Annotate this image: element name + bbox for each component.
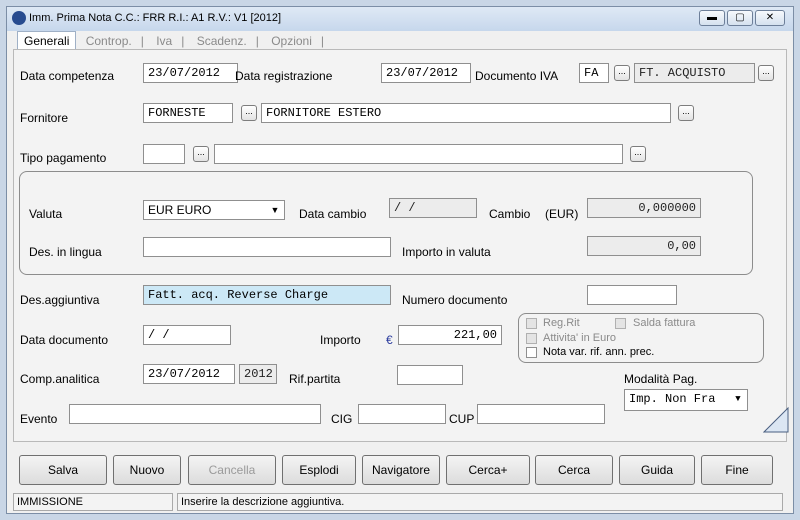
valuta-group xyxy=(19,171,753,275)
importo-valuta-label: Importo in valuta xyxy=(402,245,491,259)
data-competenza-field[interactable]: 23/07/2012 xyxy=(143,63,238,83)
maximize-button[interactable]: ▢ xyxy=(727,10,753,26)
documento-iva-desc-field: FT. ACQUISTO xyxy=(634,63,755,83)
tab-bar: Generali Controp. | Iva | Scadenz. | Opzion… xyxy=(17,31,327,50)
comp-analitica-label: Comp.analitica xyxy=(20,372,100,386)
data-cambio-field: / / xyxy=(389,198,477,218)
tab-opzioni[interactable]: Opzioni xyxy=(265,32,318,50)
tab-iva[interactable]: Iva xyxy=(150,32,178,50)
rif-partita-label: Rif.partita xyxy=(289,372,341,386)
app-icon xyxy=(12,11,26,25)
modalita-pag-value: Imp. Non Fra xyxy=(629,392,716,406)
numero-documento-label: Numero documento xyxy=(402,293,508,307)
importo-label: Importo xyxy=(320,333,361,347)
salva-button[interactable]: Salva xyxy=(19,455,107,485)
esplodi-button[interactable]: Esplodi xyxy=(282,455,356,485)
fornitore-code-field[interactable]: FORNESTE xyxy=(143,103,233,123)
evento-field[interactable] xyxy=(69,404,321,424)
navigatore-button[interactable]: Navigatore xyxy=(362,455,440,485)
rif-partita-field[interactable] xyxy=(397,365,463,385)
chevron-down-icon: ▼ xyxy=(270,205,280,215)
modalita-pag-label: Modalità Pag. xyxy=(624,372,698,386)
nota-var-checkbox[interactable] xyxy=(526,347,537,358)
reg-rit-label: Reg.Rit xyxy=(543,317,580,329)
nota-var-label: Nota var. rif. ann. prec. xyxy=(543,346,655,358)
des-aggiuntiva-field[interactable]: Fatt. acq. Reverse Charge xyxy=(143,285,391,305)
cambio-label: Cambio xyxy=(489,207,531,221)
tipo-pagamento-code-field[interactable] xyxy=(143,144,185,164)
close-button[interactable]: ✕ xyxy=(755,10,785,26)
status-mode: IMMISSIONE xyxy=(13,493,173,511)
tipo-pagamento-desc-field[interactable] xyxy=(214,144,623,164)
euro-icon: € xyxy=(386,333,393,347)
nuovo-button[interactable]: Nuovo xyxy=(113,455,181,485)
documento-iva-lookup-button[interactable]: ... xyxy=(614,65,630,81)
des-lingua-label: Des. in lingua xyxy=(29,245,102,259)
data-registrazione-field[interactable]: 23/07/2012 xyxy=(381,63,471,83)
cup-field[interactable] xyxy=(477,404,605,424)
attivita-euro-checkbox[interactable] xyxy=(526,333,537,344)
tipo-pagamento-lookup-button[interactable]: ... xyxy=(193,146,209,162)
tab-controp[interactable]: Controp. xyxy=(80,32,138,50)
fornitore-desc-button[interactable]: ... xyxy=(678,105,694,121)
des-lingua-field[interactable] xyxy=(143,237,391,257)
des-aggiuntiva-label: Des.aggiuntiva xyxy=(20,293,100,307)
valuta-value: EUR EURO xyxy=(148,203,212,217)
cup-label: CUP xyxy=(449,412,475,426)
data-cambio-label: Data cambio xyxy=(299,207,367,221)
documento-iva-desc-button[interactable]: ... xyxy=(758,65,774,81)
salda-fattura-checkbox[interactable] xyxy=(615,318,626,329)
comp-analitica-field[interactable]: 23/07/2012 xyxy=(143,364,235,384)
data-documento-label: Data documento xyxy=(20,333,109,347)
importo-valuta-field: 0,00 xyxy=(587,236,701,256)
numero-documento-field[interactable] xyxy=(587,285,677,305)
cambio-field: 0,000000 xyxy=(587,198,701,218)
valuta-label: Valuta xyxy=(29,207,63,221)
data-competenza-label: Data competenza xyxy=(20,69,115,83)
tipo-pagamento-desc-button[interactable]: ... xyxy=(630,146,646,162)
minimize-button[interactable]: ▬ xyxy=(699,10,725,26)
window-title: Imm. Prima Nota C.C.: FRR R.I.: A1 R.V.:… xyxy=(29,12,282,24)
fornitore-label: Fornitore xyxy=(20,111,69,125)
salda-fattura-label: Salda fattura xyxy=(633,317,696,329)
fine-button[interactable]: Fine xyxy=(701,455,773,485)
main-window: Imm. Prima Nota C.C.: FRR R.I.: A1 R.V.:… xyxy=(6,6,794,514)
data-documento-field[interactable]: / / xyxy=(143,325,231,345)
evento-label: Evento xyxy=(20,412,58,426)
importo-field[interactable]: 221,00 xyxy=(398,325,502,345)
cig-label: CIG xyxy=(331,412,353,426)
fornitore-desc-field[interactable]: FORNITORE ESTERO xyxy=(261,103,671,123)
chevron-down-icon: ▼ xyxy=(735,394,741,404)
attivita-euro-label: Attivita' in Euro xyxy=(543,332,617,344)
tipo-pagamento-label: Tipo pagamento xyxy=(20,151,107,165)
status-message: Inserire la descrizione aggiuntiva. xyxy=(177,493,783,511)
guida-button[interactable]: Guida xyxy=(619,455,695,485)
documento-iva-code-field[interactable]: FA xyxy=(579,63,609,83)
cerca-plus-button[interactable]: Cerca+ xyxy=(446,455,530,485)
cancella-button[interactable]: Cancella xyxy=(188,455,276,485)
comp-year-field: 2012 xyxy=(239,364,277,384)
data-registrazione-label: Data registrazione xyxy=(235,69,333,83)
cerca-button[interactable]: Cerca xyxy=(535,455,613,485)
valuta-dropdown[interactable]: EUR EURO ▼ xyxy=(143,200,285,220)
modalita-pag-dropdown[interactable]: Imp. Non Fra ▼ xyxy=(624,389,748,411)
tab-scadenz[interactable]: Scadenz. xyxy=(191,32,253,50)
reg-rit-checkbox[interactable] xyxy=(526,318,537,329)
tab-generali[interactable]: Generali xyxy=(17,31,77,50)
title-bar: Imm. Prima Nota C.C.: FRR R.I.: A1 R.V.:… xyxy=(7,7,793,31)
corner-triangle-icon xyxy=(763,407,789,433)
documento-iva-label: Documento IVA xyxy=(475,69,559,83)
cambio-unit-label: (EUR) xyxy=(545,207,579,221)
fornitore-lookup-button[interactable]: ... xyxy=(241,105,257,121)
cig-field[interactable] xyxy=(358,404,446,424)
